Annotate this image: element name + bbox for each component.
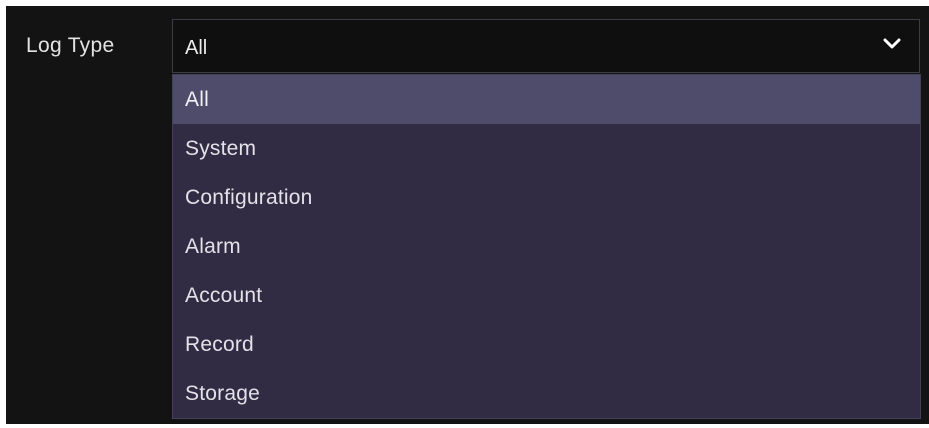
- log-type-option-record[interactable]: Record: [173, 320, 920, 369]
- log-type-option-storage[interactable]: Storage: [173, 369, 920, 418]
- log-type-select[interactable]: All: [172, 19, 920, 73]
- chevron-down-icon[interactable]: [883, 38, 901, 50]
- log-type-option-alarm[interactable]: Alarm: [173, 222, 920, 271]
- log-type-selected-value: All: [185, 37, 208, 59]
- log-type-option-system[interactable]: System: [173, 124, 920, 173]
- log-type-option-account[interactable]: Account: [173, 271, 920, 320]
- log-type-option-all[interactable]: All: [173, 75, 920, 124]
- log-type-option-configuration[interactable]: Configuration: [173, 173, 920, 222]
- log-type-label: Log Type: [26, 34, 115, 57]
- log-type-dropdown-list: All System Configuration Alarm Account R…: [172, 74, 921, 419]
